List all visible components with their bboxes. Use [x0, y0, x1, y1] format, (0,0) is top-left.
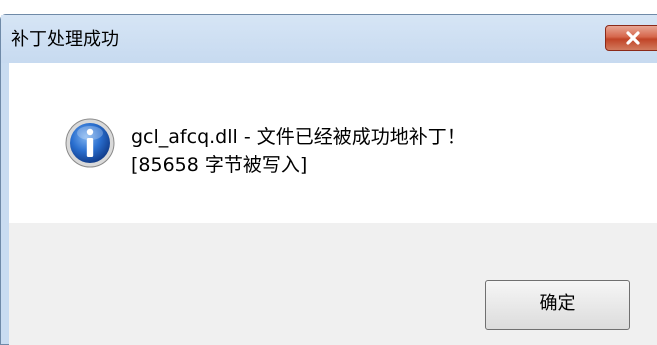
button-bar: 确定	[9, 223, 657, 345]
window-title: 补丁处理成功	[11, 29, 119, 50]
ok-button[interactable]: 确定	[485, 280, 630, 330]
message-area: gcl_afcq.dll - 文件已经被成功地补丁！ [85658 字节被写入]	[9, 63, 657, 223]
message-line-1: gcl_afcq.dll - 文件已经被成功地补丁！	[131, 126, 466, 148]
close-icon	[626, 31, 640, 45]
close-button[interactable]	[605, 25, 657, 51]
corner-background	[0, 0, 6, 14]
info-icon	[65, 118, 115, 168]
message-line-2: [85658 字节被写入]	[131, 154, 308, 176]
title-bar[interactable]: 补丁处理成功	[1, 15, 657, 63]
message-dialog: 补丁处理成功 gcl_afcq.dll - 文件已经被成功地补丁！ [85658…	[0, 14, 657, 345]
page: 补丁处理成功 gcl_afcq.dll - 文件已经被成功地补丁！ [85658…	[0, 0, 657, 345]
